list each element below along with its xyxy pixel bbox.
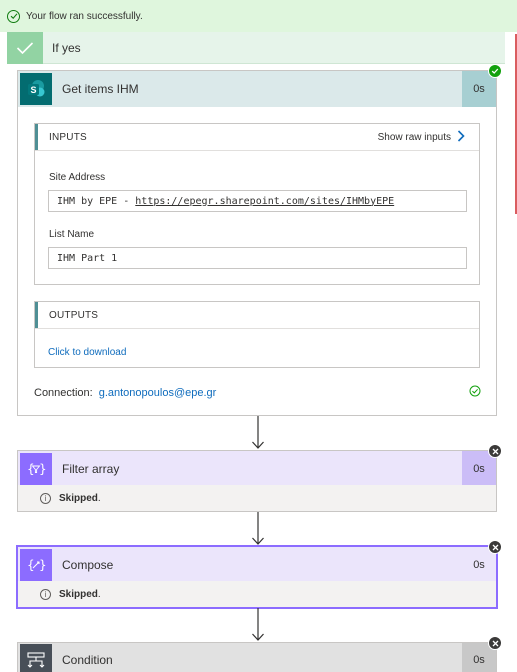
skipped-label: Skipped xyxy=(59,588,98,600)
svg-text:{: { xyxy=(27,558,35,572)
show-raw-inputs-link[interactable]: Show raw inputs xyxy=(378,130,465,145)
compose-header[interactable]: { } Compose 0s xyxy=(18,547,496,583)
inputs-section: INPUTS Show raw inputs Site Address IHM … xyxy=(34,123,480,285)
get-items-title: Get items IHM xyxy=(62,82,139,96)
connection-ok-icon xyxy=(469,385,481,400)
sharepoint-icon: S xyxy=(20,73,52,105)
skipped-status-row: i Skipped. xyxy=(18,581,496,607)
skipped-label: Skipped xyxy=(59,492,98,504)
condition-header[interactable]: Condition 0s xyxy=(18,643,496,672)
filter-array-header[interactable]: { } Filter array 0s xyxy=(18,451,496,487)
svg-text:S: S xyxy=(30,85,36,95)
connection-label: Connection: xyxy=(34,387,93,399)
connection-row: Connection: g.antonopoulos@epe.gr xyxy=(34,387,216,399)
divider xyxy=(35,150,479,151)
skipped-suffix: . xyxy=(97,492,101,504)
success-banner: Your flow ran successfully. xyxy=(0,0,517,32)
success-status-icon xyxy=(488,64,502,78)
info-icon: i xyxy=(40,588,51,600)
skipped-status-row: i Skipped. xyxy=(18,485,496,511)
show-raw-inputs-label: Show raw inputs xyxy=(377,132,451,143)
get-items-header[interactable]: S Get items IHM 0s xyxy=(18,71,496,107)
skipped-suffix: . xyxy=(97,588,101,600)
get-items-card: S Get items IHM 0s INPUTS Show raw input… xyxy=(17,70,497,416)
site-address-field[interactable]: IHM by EPE - https://epegr.sharepoint.co… xyxy=(48,190,467,212)
filter-array-icon: { } xyxy=(20,453,52,485)
compose-card: { } Compose 0s i Skipped. xyxy=(17,546,497,608)
filter-array-card: { } Filter array 0s i Skipped. xyxy=(17,450,497,512)
info-icon: i xyxy=(40,492,51,504)
compose-title: Compose xyxy=(62,558,114,572)
close-circle-icon xyxy=(488,636,502,650)
flow-arrow-icon xyxy=(252,512,264,545)
list-name-label: List Name xyxy=(49,229,95,240)
svg-text:}: } xyxy=(39,558,46,572)
svg-text:}: } xyxy=(39,462,46,476)
connection-account[interactable]: g.antonopoulos@epe.gr xyxy=(99,387,217,399)
condition-icon xyxy=(20,644,52,672)
close-circle-icon xyxy=(488,540,502,554)
outputs-header: OUTPUTS xyxy=(35,302,479,328)
site-address-prefix: IHM by EPE - xyxy=(57,195,136,207)
check-circle-icon xyxy=(7,9,20,23)
condition-title: Condition xyxy=(62,653,113,667)
site-address-url[interactable]: https://epegr.sharepoint.com/sites/IHMby… xyxy=(135,196,394,207)
close-circle-icon xyxy=(488,444,502,458)
compose-icon: { } xyxy=(20,549,52,581)
flow-arrow-icon xyxy=(252,416,264,449)
flow-arrow-icon xyxy=(252,608,264,641)
chevron-right-icon xyxy=(457,130,465,145)
condition-card: Condition 0s xyxy=(17,642,497,672)
outputs-section: OUTPUTS Click to download xyxy=(34,301,480,368)
success-message: Your flow ran successfully. xyxy=(26,10,143,22)
site-address-label: Site Address xyxy=(49,172,106,183)
if-yes-branch-header[interactable]: If yes xyxy=(7,32,505,64)
click-to-download-link[interactable]: Click to download xyxy=(48,347,126,358)
list-name-field[interactable]: IHM Part 1 xyxy=(48,247,467,269)
divider xyxy=(35,328,479,329)
checkmark-icon xyxy=(7,32,43,64)
filter-array-title: Filter array xyxy=(62,462,120,476)
branch-label: If yes xyxy=(52,41,81,55)
svg-text:{: { xyxy=(27,462,35,476)
